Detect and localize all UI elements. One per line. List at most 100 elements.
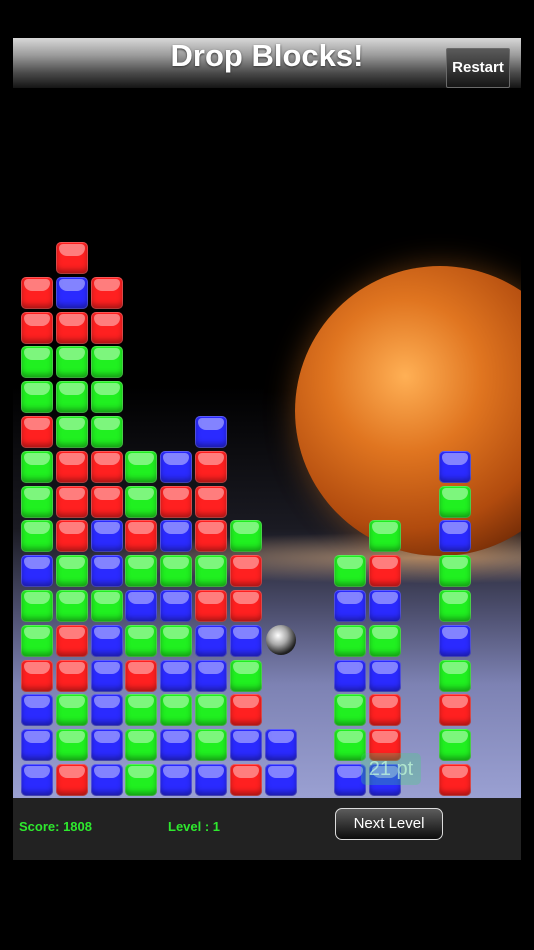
restart-button[interactable]: Restart xyxy=(446,48,510,88)
red-block[interactable] xyxy=(229,590,262,622)
green-block[interactable] xyxy=(55,590,88,622)
red-block[interactable] xyxy=(90,311,123,344)
game-board[interactable]: 21 pt xyxy=(13,88,521,798)
green-block[interactable] xyxy=(21,520,53,553)
red-block[interactable] xyxy=(195,520,227,553)
green-block[interactable] xyxy=(21,590,53,622)
blue-block[interactable] xyxy=(90,624,123,657)
green-block[interactable] xyxy=(125,624,158,657)
green-block[interactable] xyxy=(160,694,193,727)
green-block[interactable] xyxy=(229,659,262,692)
blue-block[interactable] xyxy=(264,764,297,796)
green-block[interactable] xyxy=(125,694,158,727)
green-block[interactable] xyxy=(90,416,123,448)
red-block[interactable] xyxy=(369,694,401,727)
blue-block[interactable] xyxy=(229,624,262,657)
red-block[interactable] xyxy=(195,590,227,622)
blue-block[interactable] xyxy=(160,729,193,762)
red-block[interactable] xyxy=(438,764,471,796)
blue-block[interactable] xyxy=(229,729,262,762)
green-block[interactable] xyxy=(90,381,123,414)
red-block[interactable] xyxy=(229,764,262,796)
blue-block[interactable] xyxy=(160,450,193,483)
red-block[interactable] xyxy=(229,694,262,727)
blue-block[interactable] xyxy=(90,694,123,727)
green-block[interactable] xyxy=(21,624,53,657)
green-block[interactable] xyxy=(21,346,53,379)
green-block[interactable] xyxy=(55,729,88,762)
green-block[interactable] xyxy=(125,555,158,588)
blue-block[interactable] xyxy=(334,659,367,692)
green-block[interactable] xyxy=(334,694,367,727)
red-block[interactable] xyxy=(369,555,401,588)
blue-block[interactable] xyxy=(438,450,471,483)
green-block[interactable] xyxy=(369,624,401,657)
blue-block[interactable] xyxy=(90,555,123,588)
green-block[interactable] xyxy=(55,555,88,588)
green-block[interactable] xyxy=(125,485,158,518)
green-block[interactable] xyxy=(55,694,88,727)
blue-block[interactable] xyxy=(369,590,401,622)
blue-block[interactable] xyxy=(90,520,123,553)
blue-block[interactable] xyxy=(438,520,471,553)
green-block[interactable] xyxy=(125,450,158,483)
green-block[interactable] xyxy=(21,450,53,483)
red-block[interactable] xyxy=(55,311,88,344)
blue-block[interactable] xyxy=(125,590,158,622)
red-block[interactable] xyxy=(160,485,193,518)
green-block[interactable] xyxy=(195,694,227,727)
red-block[interactable] xyxy=(55,624,88,657)
red-block[interactable] xyxy=(55,485,88,518)
red-block[interactable] xyxy=(55,242,88,274)
green-block[interactable] xyxy=(438,659,471,692)
red-block[interactable] xyxy=(55,764,88,796)
red-block[interactable] xyxy=(195,450,227,483)
green-block[interactable] xyxy=(21,485,53,518)
blue-block[interactable] xyxy=(195,624,227,657)
blue-block[interactable] xyxy=(160,659,193,692)
blue-block[interactable] xyxy=(160,590,193,622)
red-block[interactable] xyxy=(55,450,88,483)
blue-block[interactable] xyxy=(90,729,123,762)
red-block[interactable] xyxy=(55,520,88,553)
red-block[interactable] xyxy=(195,485,227,518)
green-block[interactable] xyxy=(55,346,88,379)
red-block[interactable] xyxy=(21,311,53,344)
green-block[interactable] xyxy=(125,729,158,762)
red-block[interactable] xyxy=(438,694,471,727)
green-block[interactable] xyxy=(369,520,401,553)
red-block[interactable] xyxy=(125,659,158,692)
green-block[interactable] xyxy=(160,624,193,657)
green-block[interactable] xyxy=(438,590,471,622)
green-block[interactable] xyxy=(438,555,471,588)
red-block[interactable] xyxy=(90,276,123,309)
green-block[interactable] xyxy=(438,729,471,762)
red-block[interactable] xyxy=(21,659,53,692)
blue-block[interactable] xyxy=(195,416,227,448)
green-block[interactable] xyxy=(229,520,262,553)
blue-block[interactable] xyxy=(90,764,123,796)
red-block[interactable] xyxy=(55,659,88,692)
blue-block[interactable] xyxy=(21,694,53,727)
red-block[interactable] xyxy=(229,555,262,588)
green-block[interactable] xyxy=(55,381,88,414)
red-block[interactable] xyxy=(125,520,158,553)
blue-block[interactable] xyxy=(90,659,123,692)
blue-block[interactable] xyxy=(21,555,53,588)
blue-block[interactable] xyxy=(195,659,227,692)
green-block[interactable] xyxy=(55,416,88,448)
blue-block[interactable] xyxy=(334,590,367,622)
blue-block[interactable] xyxy=(438,624,471,657)
red-block[interactable] xyxy=(21,416,53,448)
green-block[interactable] xyxy=(438,485,471,518)
blue-block[interactable] xyxy=(21,729,53,762)
next-level-button[interactable]: Next Level xyxy=(335,808,443,840)
red-block[interactable] xyxy=(90,485,123,518)
green-block[interactable] xyxy=(90,346,123,379)
green-block[interactable] xyxy=(125,764,158,796)
green-block[interactable] xyxy=(160,555,193,588)
green-block[interactable] xyxy=(334,624,367,657)
red-block[interactable] xyxy=(21,276,53,309)
blue-block[interactable] xyxy=(160,520,193,553)
blue-block[interactable] xyxy=(369,659,401,692)
